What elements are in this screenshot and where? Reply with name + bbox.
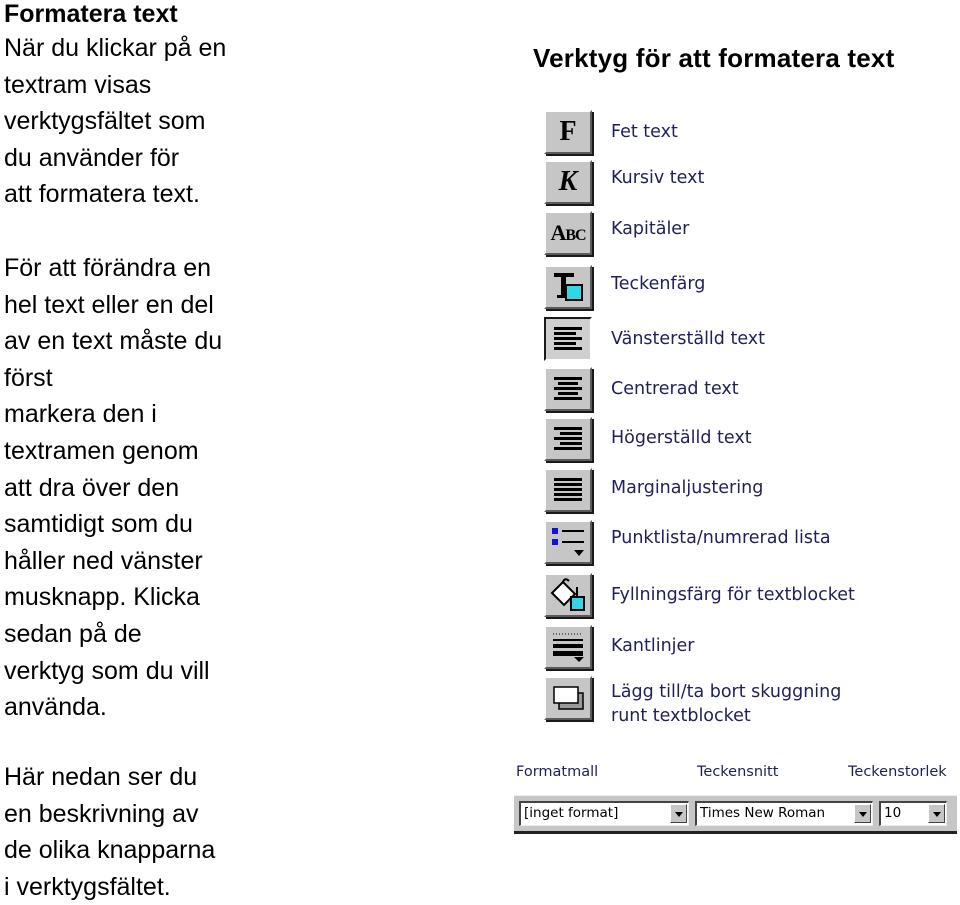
tool-justify: Marginaljustering (544, 468, 763, 514)
small-caps-icon: ABC (550, 220, 586, 245)
tool-align-left: Vänsterställd text (544, 317, 765, 363)
tool-label: Vänsterställd text (611, 329, 766, 349)
tool-align-center: Centrerad text (544, 367, 739, 413)
bullet-list-button[interactable] (544, 520, 592, 564)
font-label: Teckensnitt (697, 764, 779, 780)
tool-borders: Kantlinjer (544, 625, 694, 671)
shadow-button[interactable] (544, 676, 592, 720)
align-left-button[interactable] (544, 317, 592, 361)
tool-align-right: Högerställd text (544, 417, 752, 463)
tool-bullet-list: Punktlista/numrerad lista (544, 520, 831, 566)
style-label: Formatmall (516, 764, 599, 780)
text-line: i verktygsfältet. (4, 872, 171, 901)
tool-small-caps: ABC Kapitäler (544, 211, 689, 257)
tool-label: Kursiv text (611, 168, 705, 188)
tool-font-color: Teckenfärg (544, 265, 705, 311)
font-select[interactable]: Times New Roman (695, 801, 873, 826)
intro-paragraph: När du klickar på en textram visas verkt… (4, 30, 226, 213)
bold-icon: F (559, 116, 577, 147)
tool-label: runt textblocket (611, 706, 751, 726)
italic-button[interactable]: K (544, 160, 592, 204)
text-line: samtidigt som du (4, 510, 193, 539)
text-line: att formatera text. (4, 180, 200, 209)
italic-icon: K (558, 166, 578, 197)
fill-color-icon (550, 578, 585, 611)
small-caps-glyph: BC (565, 227, 586, 244)
text-line: av en text måste du (4, 327, 223, 356)
text-line: För att förändra en (4, 254, 212, 282)
text-line: När du klickar på en (4, 34, 227, 62)
font-size-select[interactable]: 10 (879, 801, 947, 826)
shadow-icon (553, 686, 584, 710)
text-line: håller ned vänster (4, 546, 203, 575)
tool-label: Kantlinjer (611, 636, 695, 656)
chevron-down-icon[interactable] (670, 804, 687, 823)
text-line: du använder för (4, 143, 180, 172)
description-paragraph: Här nedan ser du en beskrivning av de ol… (4, 759, 215, 905)
tool-italic: K Kursiv text (544, 160, 704, 206)
justify-icon (554, 478, 582, 501)
text-line: de olika knapparna (4, 836, 216, 865)
instructions-paragraph: För att förändra en hel text eller en de… (4, 250, 222, 726)
font-size-label: Teckenstorlek (848, 764, 947, 780)
text-line: sedan på de (4, 619, 142, 648)
align-left-icon (554, 327, 582, 350)
intro-section: Formatera text (4, 0, 304, 28)
style-select[interactable]: [inget format] (519, 801, 689, 826)
tool-label: Kapitäler (611, 219, 690, 239)
text-line: att dra över den (4, 473, 180, 502)
font-select-value: Times New Roman (700, 805, 826, 821)
bullet-list-icon (552, 528, 584, 556)
text-line: använda. (4, 693, 107, 722)
text-line: hel text eller en del (4, 290, 214, 319)
tool-label: Centrerad text (611, 379, 739, 399)
text-line: först (4, 363, 53, 392)
font-color-button[interactable] (544, 265, 592, 309)
justify-button[interactable] (544, 468, 592, 512)
text-line: textramen genom (4, 436, 199, 465)
text-line: musknapp. Klicka (4, 583, 200, 612)
font-color-icon (554, 273, 583, 301)
text-line: en beskrivning av (4, 799, 199, 828)
tool-label: Marginaljustering (611, 478, 764, 498)
tool-label: Fyllningsfärg för textblocket (611, 585, 855, 605)
tool-fill-color: Fyllningsfärg för textblocket (544, 573, 855, 619)
fill-color-button[interactable] (544, 573, 592, 617)
borders-icon (553, 633, 584, 662)
text-line: verktygsfältet som (4, 107, 206, 136)
toolbar-figure-title: Verktyg för att formatera text (533, 43, 895, 73)
tool-shadow: Lägg till/ta bort skuggning runt textblo… (544, 676, 841, 726)
align-right-icon (554, 427, 582, 450)
font-size-select-value: 10 (884, 805, 902, 821)
chevron-down-icon[interactable] (928, 804, 945, 823)
tool-label: Högerställd text (611, 428, 752, 448)
style-select-value: [inget format] (524, 805, 619, 821)
borders-button[interactable] (544, 625, 592, 669)
tool-label: Punktlista/numrerad lista (611, 528, 831, 548)
tool-bold: F Fet text (544, 110, 678, 156)
text-line: Här nedan ser du (4, 763, 198, 791)
tool-label: Teckenfärg (611, 274, 706, 294)
format-bar: [inget format] Times New Roman 10 (514, 795, 957, 831)
text-line: textram visas (4, 70, 152, 99)
text-line: verktyg som du vill (4, 656, 210, 685)
small-caps-button[interactable]: ABC (544, 211, 592, 255)
tool-label: Lägg till/ta bort skuggning (611, 682, 842, 702)
align-center-icon (554, 377, 582, 400)
tool-label: Fet text (611, 122, 678, 142)
align-right-button[interactable] (544, 417, 592, 461)
bold-button[interactable]: F (544, 110, 592, 154)
chevron-down-icon[interactable] (854, 804, 871, 823)
section-title: Formatera text (4, 0, 178, 28)
text-line: markera den i (4, 400, 157, 429)
align-center-button[interactable] (544, 367, 592, 411)
